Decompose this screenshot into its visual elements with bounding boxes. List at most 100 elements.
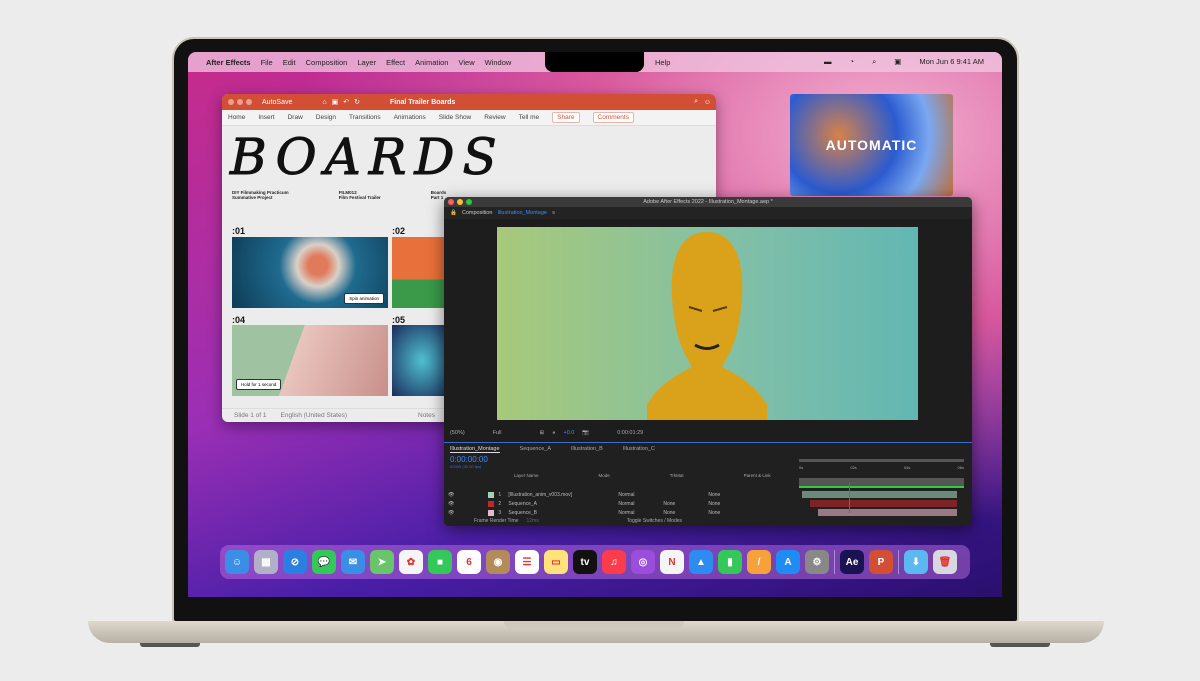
visibility-icon[interactable]: 👁 <box>448 501 454 507</box>
storyboard-frame[interactable]: Spin animation <box>232 237 388 308</box>
dock-finder-icon[interactable]: ☺ <box>225 550 249 574</box>
home-icon[interactable]: ⌂ <box>322 99 326 106</box>
dock-reminders-icon[interactable]: ☰ <box>515 550 539 574</box>
dock-notes-icon[interactable]: ▭ <box>544 550 568 574</box>
timeline-tab[interactable]: Illustration_B <box>571 446 603 452</box>
tab-insert[interactable]: Insert <box>258 114 274 121</box>
dock-system-preferences-icon[interactable]: ⚙ <box>805 550 829 574</box>
dock-photos-icon[interactable]: ✿ <box>399 550 423 574</box>
menu-edit[interactable]: Edit <box>283 58 296 67</box>
tab-draw[interactable]: Draw <box>288 114 303 121</box>
minimize-button[interactable] <box>237 99 243 105</box>
zoom-button[interactable] <box>466 199 472 205</box>
dock-app-store-icon[interactable]: A <box>776 550 800 574</box>
tab-animations[interactable]: Animations <box>394 114 426 121</box>
color-icon[interactable]: ◕ <box>552 430 555 436</box>
menu-app[interactable]: After Effects <box>206 58 251 67</box>
undo-icon[interactable]: ↶ <box>343 98 349 106</box>
dock-pages-icon[interactable]: / <box>747 550 771 574</box>
menu-help[interactable]: Help <box>655 58 670 67</box>
close-button[interactable] <box>448 199 454 205</box>
visibility-icon[interactable]: 👁 <box>448 510 454 516</box>
dock-maps-icon[interactable]: ➤ <box>370 550 394 574</box>
viewer-timecode[interactable]: 0:00:01:29 <box>617 430 643 436</box>
redo-icon[interactable]: ↻ <box>354 98 360 106</box>
menu-effect[interactable]: Effect <box>386 58 405 67</box>
minimize-button[interactable] <box>457 199 463 205</box>
language[interactable]: English (United States) <box>281 412 347 419</box>
dock-powerpoint-icon[interactable]: P <box>869 550 893 574</box>
timeline-tab[interactable]: Sequence_A <box>520 446 552 452</box>
search-icon[interactable]: ⌕ <box>872 57 876 67</box>
dock-podcasts-icon[interactable]: ◎ <box>631 550 655 574</box>
layer-name[interactable]: Sequence_A <box>508 501 618 507</box>
mode-dropdown[interactable]: Normal <box>618 501 663 507</box>
lock-icon[interactable]: 🔒 <box>450 210 457 216</box>
dock-news-icon[interactable]: N <box>660 550 684 574</box>
dock-messages-icon[interactable]: 💬 <box>312 550 336 574</box>
menu-view[interactable]: View <box>458 58 474 67</box>
control-center-icon[interactable]: ▣ <box>894 57 901 67</box>
dock-facetime-icon[interactable]: ■ <box>428 550 452 574</box>
playhead[interactable] <box>849 483 850 513</box>
exposure-value[interactable]: +0.0 <box>563 430 574 436</box>
comments-button[interactable]: Comments <box>592 112 634 123</box>
tell-me[interactable]: Tell me <box>519 114 540 121</box>
composition-viewer[interactable] <box>497 227 918 420</box>
trkmat-dropdown[interactable]: None <box>663 501 708 507</box>
wifi-icon[interactable]: ◔ <box>850 57 855 67</box>
share-people-icon[interactable]: ☺ <box>704 99 711 106</box>
dock-tv-icon[interactable]: tv <box>573 550 597 574</box>
label-color[interactable] <box>488 491 495 498</box>
snapshot-icon[interactable]: 📷 <box>582 430 589 436</box>
panel-menu-icon[interactable]: ≡ <box>552 210 555 216</box>
autosave-toggle[interactable]: AutoSave <box>262 99 292 106</box>
label-color[interactable] <box>488 509 495 516</box>
dock-safari-icon[interactable]: ⊘ <box>283 550 307 574</box>
layer-bar[interactable] <box>802 491 957 498</box>
tab-home[interactable]: Home <box>228 114 245 121</box>
battery-icon[interactable]: ▬ <box>824 57 832 67</box>
grid-icon[interactable]: ⊞ <box>540 430 545 436</box>
layer-name[interactable]: [Illustration_anim_v003.mov] <box>508 492 618 498</box>
parent-dropdown[interactable]: None <box>708 501 720 507</box>
close-button[interactable] <box>228 99 234 105</box>
tab-design[interactable]: Design <box>316 114 336 121</box>
save-icon[interactable]: ▣ <box>332 98 339 106</box>
dock-downloads-icon[interactable]: ⬇ <box>904 550 928 574</box>
storyboard-frame[interactable] <box>392 325 452 396</box>
clock[interactable]: Mon Jun 6 9:41 AM <box>919 57 984 67</box>
composition-tab[interactable]: Illustration_Montage <box>497 210 547 216</box>
trkmat-dropdown[interactable]: None <box>663 510 708 516</box>
storyboard-frame[interactable] <box>392 237 452 308</box>
zoom-button[interactable] <box>246 99 252 105</box>
mode-dropdown[interactable]: Normal <box>618 492 663 498</box>
dock-launchpad-icon[interactable]: ▦ <box>254 550 278 574</box>
parent-dropdown[interactable]: None <box>708 510 720 516</box>
magnification-dropdown[interactable]: (50%) <box>450 430 465 436</box>
dock-contacts-icon[interactable]: ◉ <box>486 550 510 574</box>
layer-name[interactable]: Sequence_B <box>508 510 618 516</box>
notes-button[interactable]: Notes <box>418 412 435 419</box>
dock-keynote-icon[interactable]: ▲ <box>689 550 713 574</box>
layer-row[interactable]: 👁 1 [Illustration_anim_v003.mov] Normal None <box>444 490 794 499</box>
dock-mail-icon[interactable]: ✉ <box>341 550 365 574</box>
mode-dropdown[interactable]: Normal <box>618 510 663 516</box>
label-color[interactable] <box>488 500 495 507</box>
resolution-dropdown[interactable]: Full <box>493 430 502 436</box>
tab-transitions[interactable]: Transitions <box>349 114 381 121</box>
menu-window[interactable]: Window <box>485 58 512 67</box>
dock-after-effects-icon[interactable]: Ae <box>840 550 864 574</box>
tab-slide-show[interactable]: Slide Show <box>439 114 472 121</box>
menu-composition[interactable]: Composition <box>306 58 348 67</box>
layer-row[interactable]: 👁 2 Sequence_A Normal None None <box>444 499 794 508</box>
parent-dropdown[interactable]: None <box>708 492 720 498</box>
toggle-switches-button[interactable]: Toggle Switches / Modes <box>627 518 682 524</box>
dock-trash-icon[interactable]: 🗑 <box>933 550 957 574</box>
storyboard-frame[interactable]: Hold for 1 second <box>232 325 388 396</box>
desktop-artwork[interactable]: AUTOMATIC <box>790 94 953 196</box>
timeline-tab[interactable]: Illustration_Montage <box>450 446 500 453</box>
menu-layer[interactable]: Layer <box>357 58 376 67</box>
layer-row[interactable]: 👁 3 Sequence_B Normal None None <box>444 508 794 517</box>
timeline-tab[interactable]: Illustration_C <box>623 446 655 452</box>
